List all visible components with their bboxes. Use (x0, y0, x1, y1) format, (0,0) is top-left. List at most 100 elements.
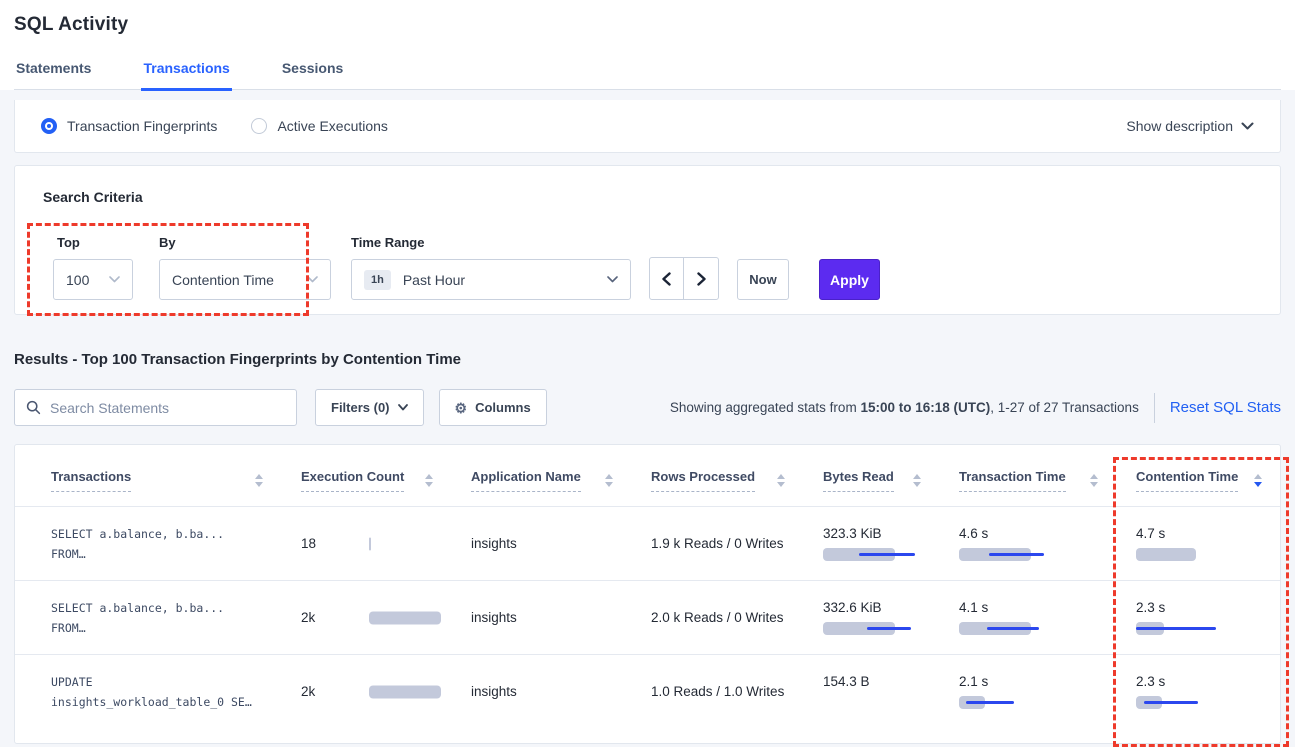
radio-label: Active Executions (277, 118, 388, 134)
show-description-label: Show description (1126, 118, 1233, 134)
by-label: By (159, 235, 331, 250)
search-statements-input[interactable] (50, 400, 285, 416)
by-select[interactable]: Contention Time (159, 259, 331, 300)
rows-processed-value: 1.9 k Reads / 0 Writes (651, 536, 784, 551)
chevron-down-icon (307, 276, 318, 283)
time-step-buttons (649, 257, 719, 300)
columns-button-label: Columns (475, 400, 531, 415)
col-header-execution-count[interactable]: Execution Count (301, 469, 404, 492)
col-header-transaction-time[interactable]: Transaction Time (959, 469, 1066, 492)
search-icon (26, 400, 41, 415)
transaction-fingerprint-link[interactable]: SELECT a.balance, b.ba...FROM… (51, 524, 263, 564)
apply-button[interactable]: Apply (819, 259, 880, 300)
bytes-read-value: 154.3 B (823, 674, 921, 689)
view-toggle-row: Transaction Fingerprints Active Executio… (14, 100, 1281, 153)
view-radio-group: Transaction Fingerprints Active Executio… (41, 118, 388, 134)
gear-icon: ⚙ (455, 401, 468, 415)
top-select-value: 100 (66, 272, 89, 288)
col-header-bytes-read[interactable]: Bytes Read (823, 469, 894, 492)
page-title: SQL Activity (14, 14, 1281, 36)
filters-button-label: Filters (0) (331, 400, 390, 415)
show-description-toggle[interactable]: Show description (1126, 118, 1254, 134)
sort-icon[interactable] (777, 474, 785, 487)
transaction-fingerprint-link[interactable]: SELECT a.balance, b.ba...FROM… (51, 598, 263, 638)
search-statements-box (14, 389, 297, 426)
results-toolbar: Filters (0) ⚙ Columns Showing aggregated… (14, 389, 1281, 426)
table-row: SELECT a.balance, b.ba...FROM… 2k insigh… (15, 581, 1280, 655)
top-select[interactable]: 100 (53, 259, 133, 300)
sort-icon[interactable] (255, 474, 263, 487)
reset-sql-stats-link[interactable]: Reset SQL Stats (1170, 399, 1281, 416)
bytes-read-value: 323.3 KiB (823, 526, 921, 541)
table-row: SELECT a.balance, b.ba...FROM… 18 insigh… (15, 507, 1280, 581)
time-range-group: Time Range 1h Past Hour (351, 235, 631, 300)
execution-count-value: 2k (301, 610, 315, 625)
chevron-left-icon (662, 272, 671, 286)
sort-icon-descending[interactable] (1254, 474, 1262, 487)
sort-icon[interactable] (425, 474, 433, 487)
contention-time-value: 2.3 s (1136, 674, 1262, 689)
chevron-right-icon (697, 272, 706, 286)
table-header-row: Transactions Execution Count Application… (15, 445, 1280, 507)
transactions-table: Transactions Execution Count Application… (15, 445, 1280, 729)
radio-unselected-icon (251, 118, 267, 134)
bytes-read-value: 332.6 KiB (823, 600, 921, 615)
transaction-time-bar (959, 696, 1098, 709)
sort-icon[interactable] (913, 474, 921, 487)
filters-button[interactable]: Filters (0) (315, 389, 424, 426)
contention-time-bar (1136, 622, 1262, 635)
top-field-group: Top 100 (57, 235, 133, 300)
time-range-select[interactable]: 1h Past Hour (351, 259, 631, 300)
transaction-time-value: 4.6 s (959, 526, 1098, 541)
time-range-badge: 1h (364, 270, 391, 290)
radio-transaction-fingerprints[interactable]: Transaction Fingerprints (41, 118, 217, 134)
col-header-transactions[interactable]: Transactions (51, 469, 131, 492)
bytes-read-bar (823, 548, 921, 561)
contention-time-value: 2.3 s (1136, 600, 1262, 615)
time-range-value: Past Hour (403, 272, 607, 288)
rows-processed-value: 2.0 k Reads / 0 Writes (651, 610, 784, 625)
tab-statements[interactable]: Statements (14, 60, 93, 89)
chevron-down-icon (607, 276, 618, 283)
execution-count-bar (369, 685, 449, 698)
rows-processed-value: 1.0 Reads / 1.0 Writes (651, 684, 784, 699)
transactions-table-card: Transactions Execution Count Application… (14, 444, 1281, 744)
execution-count-value: 2k (301, 684, 315, 699)
transaction-time-bar (959, 548, 1098, 561)
radio-label: Transaction Fingerprints (67, 118, 217, 134)
columns-button[interactable]: ⚙ Columns (439, 389, 547, 426)
results-heading: Results - Top 100 Transaction Fingerprin… (14, 351, 1281, 368)
col-header-contention-time[interactable]: Contention Time (1136, 469, 1238, 492)
application-name-value: insights (471, 610, 517, 625)
search-criteria-heading: Search Criteria (43, 189, 1252, 205)
table-row: UPDATEinsights_workload_table_0 SE… 2k i… (15, 655, 1280, 729)
chevron-down-icon (109, 276, 120, 283)
by-select-value: Contention Time (172, 272, 274, 288)
application-name-value: insights (471, 684, 517, 699)
col-header-application-name[interactable]: Application Name (471, 469, 581, 492)
next-time-button[interactable] (684, 258, 718, 299)
transaction-time-value: 4.1 s (959, 600, 1098, 615)
tab-sessions[interactable]: Sessions (280, 60, 345, 89)
top-label: Top (57, 235, 133, 250)
tab-bar: Statements Transactions Sessions (14, 60, 1281, 90)
contention-time-bar (1136, 696, 1262, 709)
col-header-rows-processed[interactable]: Rows Processed (651, 469, 755, 492)
sort-icon[interactable] (1090, 474, 1098, 487)
execution-count-bar (369, 611, 449, 624)
tab-transactions[interactable]: Transactions (141, 60, 231, 91)
page-header: SQL Activity Statements Transactions Ses… (0, 0, 1295, 90)
execution-count-bar (369, 537, 449, 550)
contention-time-value: 4.7 s (1136, 526, 1262, 541)
transaction-time-value: 2.1 s (959, 674, 1098, 689)
transaction-fingerprint-link[interactable]: UPDATEinsights_workload_table_0 SE… (51, 672, 263, 712)
chevron-down-icon (398, 404, 408, 411)
execution-count-value: 18 (301, 536, 316, 551)
bytes-read-bar (823, 622, 921, 635)
aggregated-stats-text: Showing aggregated stats from 15:00 to 1… (670, 400, 1139, 415)
now-button[interactable]: Now (737, 259, 789, 300)
sort-icon[interactable] (605, 474, 613, 487)
radio-active-executions[interactable]: Active Executions (251, 118, 388, 134)
previous-time-button[interactable] (650, 258, 684, 299)
time-range-label: Time Range (351, 235, 631, 250)
